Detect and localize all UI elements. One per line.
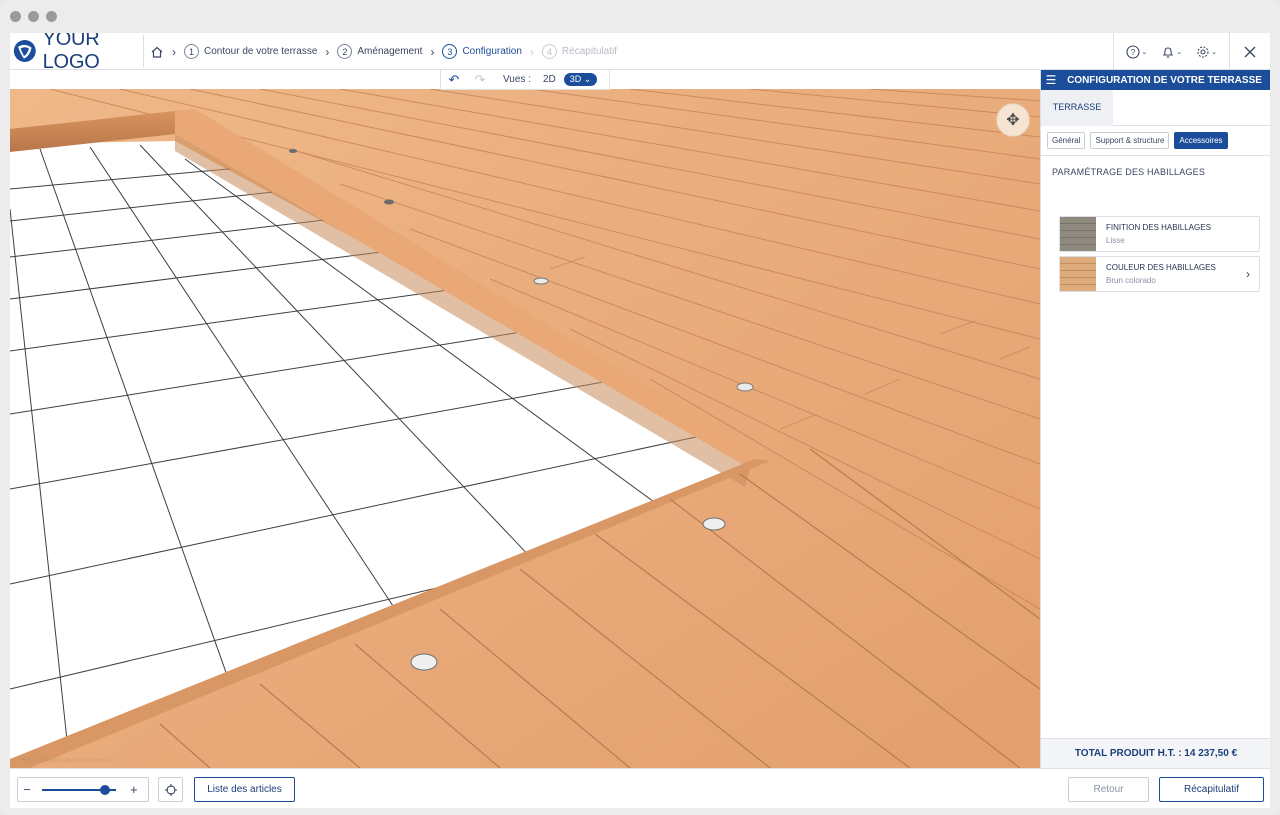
views-label: Vues : <box>503 74 531 85</box>
recenter-button[interactable] <box>158 777 183 802</box>
view-toolbar: ↶ ↷ Vues : 2D 3D ⌄ <box>440 70 610 90</box>
close-icon <box>1244 46 1256 57</box>
option-text: COULEUR DES HABILLAGES Brun colorado <box>1106 261 1216 287</box>
logo-text: YOUR LOGO <box>42 33 100 73</box>
step-label: Contour de votre terrasse <box>204 46 318 57</box>
option-couleur[interactable]: COULEUR DES HABILLAGES Brun colorado › <box>1059 256 1260 292</box>
step-configuration[interactable]: 3 Configuration <box>442 44 522 59</box>
step-number: 2 <box>337 44 353 59</box>
step-amenagement[interactable]: 2 Aménagement <box>337 44 422 59</box>
close-button[interactable] <box>1229 33 1270 70</box>
window-dot-minimize[interactable] <box>28 11 39 22</box>
zoom-out-icon[interactable]: − <box>18 782 36 797</box>
home-icon[interactable] <box>150 45 164 59</box>
zoom-in-icon[interactable]: + <box>130 782 138 797</box>
article-list-button[interactable]: Liste des articles <box>194 777 295 802</box>
step-label: Configuration <box>462 46 522 57</box>
logo[interactable]: YOUR LOGO <box>13 33 144 73</box>
zoom-control: − + <box>17 777 149 802</box>
subtab-general[interactable]: Général <box>1047 132 1086 149</box>
back-button[interactable]: Retour <box>1068 777 1149 802</box>
option-value: Lisse <box>1106 236 1125 245</box>
breadcrumb-separator-icon: › <box>172 44 176 59</box>
watermark: Produit configuré par ©Sandbox 3D <box>18 758 113 764</box>
question-circle-icon[interactable]: ? ⌄ <box>1126 44 1147 59</box>
view-3d-button[interactable]: 3D ⌄ <box>563 73 598 86</box>
hamburger-menu-icon[interactable]: ☰ <box>1041 73 1061 87</box>
zoom-slider[interactable] <box>42 784 116 795</box>
window-controls <box>10 11 57 22</box>
svg-text:?: ? <box>1131 48 1136 57</box>
3d-viewport[interactable]: ✥ Produit configuré par ©Sandbox 3D <box>10 89 1040 768</box>
panel-header: ☰ CONFIGURATION DE VOTRE TERRASSE <box>1041 70 1270 90</box>
step-label: Aménagement <box>357 46 423 57</box>
redo-icon: ↷ <box>474 71 486 87</box>
undo-icon[interactable]: ↶ <box>441 72 467 88</box>
subtab-accessoires[interactable]: Accessoires <box>1174 132 1228 149</box>
chevron-right-icon: › <box>1246 267 1250 281</box>
step-number: 4 <box>541 44 557 59</box>
crosshair-icon <box>164 783 177 796</box>
header-actions: ? ⌄ ⌄ ⌄ <box>1113 33 1270 70</box>
breadcrumb-separator-icon: › <box>325 44 330 59</box>
window-dot-close[interactable] <box>10 11 21 22</box>
tab-terrasse[interactable]: TERRASSE <box>1041 90 1113 126</box>
header-icon-group: ? ⌄ ⌄ ⌄ <box>1113 33 1229 70</box>
browser-window: YOUR LOGO › 1 Contour de votre terrasse … <box>0 0 1280 815</box>
panel-title: CONFIGURATION DE VOTRE TERRASSE <box>1067 74 1262 86</box>
subtabs: Général Support & structure Accessoires <box>1041 126 1270 156</box>
summary-button[interactable]: Récapitulatif <box>1159 777 1264 802</box>
option-value: Brun colorado <box>1106 276 1156 285</box>
breadcrumb-separator-icon: › <box>529 44 534 59</box>
option-text: FINITION DES HABILLAGES Lisse <box>1106 221 1211 247</box>
swatch-finition <box>1060 217 1096 251</box>
logo-mark-icon <box>13 40 36 62</box>
option-title: COULEUR DES HABILLAGES <box>1106 263 1216 272</box>
breadcrumb-separator-icon: › <box>430 44 435 59</box>
step-label: Récapitulatif <box>561 46 617 57</box>
step-contour[interactable]: 1 Contour de votre terrasse <box>184 44 317 59</box>
total-price: TOTAL PRODUIT H.T. : 14 237,50 € <box>1041 738 1270 768</box>
option-title: FINITION DES HABILLAGES <box>1106 223 1211 232</box>
configurator-app: YOUR LOGO › 1 Contour de votre terrasse … <box>10 33 1270 808</box>
gear-icon[interactable]: ⌄ <box>1196 45 1217 59</box>
section-title: PARAMÉTRAGE DES HABILLAGES <box>1052 167 1206 177</box>
step-number: 1 <box>184 44 199 59</box>
view-2d-button[interactable]: 2D <box>543 74 556 85</box>
window-dot-maximize[interactable] <box>46 11 57 22</box>
option-finition[interactable]: FINITION DES HABILLAGES Lisse <box>1059 216 1260 252</box>
zoom-slider-handle[interactable] <box>99 784 110 795</box>
orbit-camera-icon[interactable]: ✥ <box>996 103 1030 137</box>
swatch-couleur <box>1060 257 1096 291</box>
panel-tabs: TERRASSE <box>1041 90 1270 126</box>
configuration-panel: ☰ CONFIGURATION DE VOTRE TERRASSE TERRAS… <box>1040 70 1270 768</box>
top-bar: YOUR LOGO › 1 Contour de votre terrasse … <box>10 33 1270 73</box>
step-recapitulatif: 4 Récapitulatif <box>541 44 617 59</box>
step-number: 3 <box>442 44 458 59</box>
breadcrumb: › 1 Contour de votre terrasse › 2 Aménag… <box>150 33 617 70</box>
bell-icon[interactable]: ⌄ <box>1161 45 1182 59</box>
bottom-bar: − + Liste des articles Retour Récapitula… <box>10 768 1270 808</box>
terrace-render <box>10 89 1040 768</box>
subtab-support-structure[interactable]: Support & structure <box>1090 132 1170 149</box>
view-3d-label: 3D <box>569 74 582 84</box>
